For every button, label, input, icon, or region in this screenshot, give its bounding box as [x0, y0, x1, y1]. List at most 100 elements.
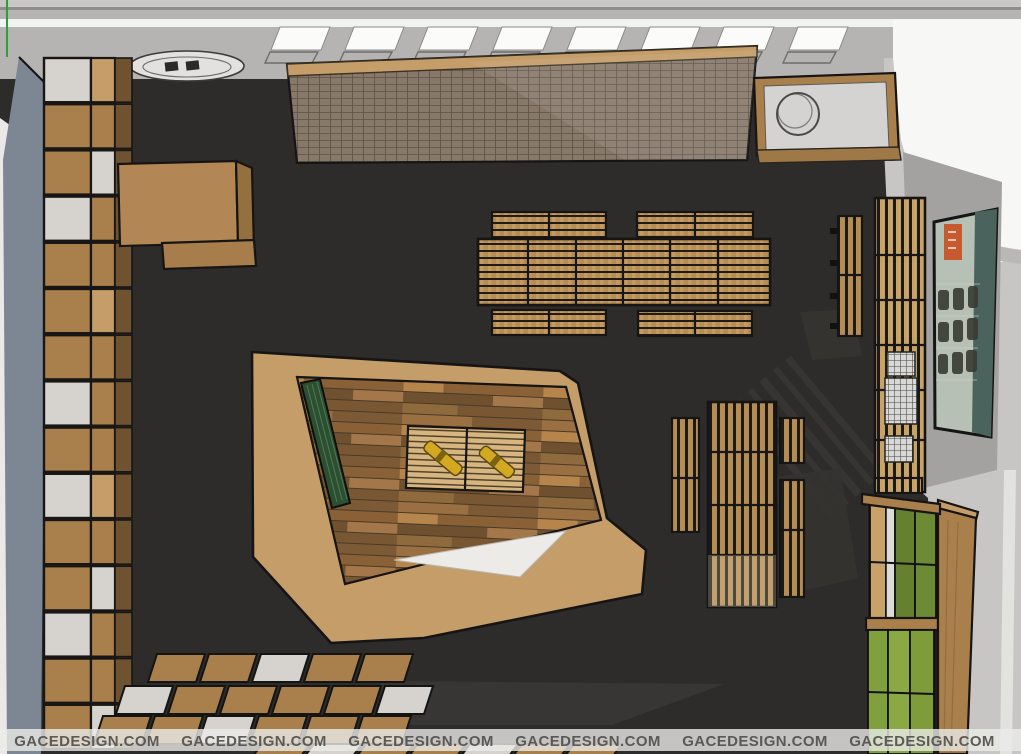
shelf-cube-side: [115, 612, 132, 656]
display-box: [220, 686, 277, 714]
left-shelf-cells: [44, 58, 132, 749]
wall-white-band: [0, 19, 1021, 27]
shelf-cube-side: [115, 520, 132, 564]
watermark-text: GACEDESIGN.COM: [682, 733, 828, 750]
interior-render-viewport: GACEDESIGN.COM GACEDESIGN.COM GACEDESIGN.C…: [0, 0, 1021, 754]
bracket: [830, 228, 838, 234]
bracket: [830, 260, 838, 266]
shelf-wood-band: [866, 618, 938, 630]
slat-bench: [780, 418, 804, 463]
shelf-cube: [91, 566, 115, 610]
skylight-panel: [641, 27, 700, 50]
display-box: [116, 686, 173, 714]
grid-display-wall: [287, 46, 757, 163]
skylight-panel: [493, 27, 552, 50]
display-box: [376, 686, 433, 714]
shelf-cube-side: [115, 474, 132, 518]
shelf-cube: [44, 474, 91, 518]
watermark-text: GACEDESIGN.COM: [14, 733, 160, 750]
skylight-panel: [789, 27, 848, 50]
shelf-cube: [44, 197, 91, 241]
wall-poster: [934, 209, 997, 437]
ceiling-lamp-icon: [165, 61, 179, 71]
bracket: [830, 293, 838, 299]
poster-logo: [944, 224, 962, 260]
shelf-cube: [91, 520, 115, 564]
shelf-cube: [91, 150, 115, 194]
wire-basket: [885, 436, 913, 462]
slat-bench: [672, 418, 699, 532]
shelf-cube: [91, 381, 115, 425]
wire-basket: [887, 352, 915, 376]
shelf-cube: [91, 335, 115, 379]
watermark-text: GACEDESIGN.COM: [181, 733, 327, 750]
skylight-panel: [345, 27, 404, 50]
store-plan-render: GACEDESIGN.COM GACEDESIGN.COM GACEDESIGN.C…: [0, 0, 1021, 754]
ceiling-edge-strip: [0, 0, 1021, 7]
display-box: [324, 686, 381, 714]
ceiling-fixture: [130, 51, 244, 81]
watermark-text: GACEDESIGN.COM: [515, 733, 661, 750]
display-box: [356, 654, 413, 682]
skylight-panel: [419, 27, 478, 50]
cabinet-top: [764, 82, 889, 150]
shelf-cube-side: [115, 428, 132, 472]
shelf-cube: [91, 58, 115, 102]
shelf-cube: [44, 566, 91, 610]
table-light-overlay: [708, 555, 776, 607]
wall-shelf-bottom: [875, 478, 922, 493]
skylight-panel: [567, 27, 626, 50]
shelf-cube-side: [115, 104, 132, 148]
display-box: [148, 654, 205, 682]
shelf-cube: [44, 243, 91, 287]
shelf-cube: [44, 520, 91, 564]
shelf-cube: [91, 474, 115, 518]
shelf-cube: [91, 289, 115, 333]
bracket: [830, 323, 838, 329]
watermark-text: GACEDESIGN.COM: [849, 733, 995, 750]
shelf-cube: [44, 58, 91, 102]
shelf-cube-side: [115, 566, 132, 610]
shelf-cube: [91, 612, 115, 656]
shelf-cube-side: [115, 58, 132, 102]
cabinet-sill: [757, 147, 901, 163]
fitting-cabinet: [754, 73, 901, 163]
skylight-panel: [271, 27, 330, 50]
display-box: [252, 654, 309, 682]
shelf-column-white: [886, 505, 895, 618]
shelf-cube-side: [115, 243, 132, 287]
shelf-cube: [91, 104, 115, 148]
platform-display-table: [406, 426, 525, 492]
ceiling-shadow-line: [0, 7, 1021, 10]
display-box: [168, 686, 225, 714]
shelf-cube: [44, 335, 91, 379]
shelf-cube-side: [115, 381, 132, 425]
shelf-cube: [44, 612, 91, 656]
sketchup-green-axis: [6, 0, 8, 57]
counter-top: [118, 161, 238, 246]
shelf-cube: [44, 150, 91, 194]
watermark-band: GACEDESIGN.COM GACEDESIGN.COM GACEDESIGN.C…: [0, 729, 1021, 751]
shelf-cube: [44, 428, 91, 472]
shelf-cube: [44, 289, 91, 333]
poster-product-grid: [938, 286, 978, 374]
green-shelf-unit: [862, 494, 978, 754]
left-wall-gray: [3, 57, 47, 754]
shelf-cube: [91, 243, 115, 287]
shelf-cube: [44, 659, 91, 703]
shelf-cube: [44, 381, 91, 425]
slat-bench: [780, 480, 804, 597]
shelf-cube-side: [115, 289, 132, 333]
display-box: [304, 654, 361, 682]
counter-extension: [162, 240, 256, 269]
display-box: [200, 654, 257, 682]
shelf-cube-side: [115, 335, 132, 379]
counter-side: [236, 161, 254, 250]
wall-upper-band: [0, 10, 1021, 19]
display-box: [272, 686, 329, 714]
shelf-cube: [91, 659, 115, 703]
wire-basket: [885, 378, 917, 424]
watermark-text: GACEDESIGN.COM: [348, 733, 494, 750]
shelf-cube: [44, 104, 91, 148]
shelf-cube: [91, 197, 115, 241]
